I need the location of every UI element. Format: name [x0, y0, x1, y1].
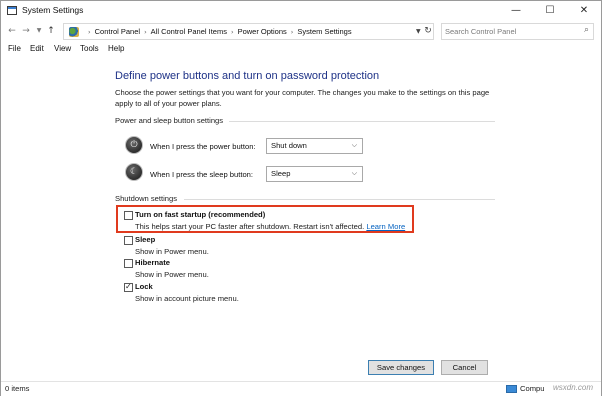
power-button-value: Shut down	[271, 141, 307, 150]
status-bar: 0 items Compu wsxdn.com	[1, 381, 601, 396]
breadcrumb-separator-icon[interactable]: ›	[88, 28, 91, 36]
hibernate-checkbox[interactable]	[124, 259, 133, 268]
window-title: System Settings	[22, 5, 84, 15]
computer-icon	[506, 385, 517, 393]
control-panel-icon	[69, 27, 79, 37]
fast-startup-description: This helps start your PC faster after sh…	[135, 222, 406, 231]
sleep-option-title: Sleep	[135, 235, 156, 244]
menu-edit[interactable]: Edit	[30, 44, 44, 53]
lock-option-description: Show in account picture menu.	[135, 294, 239, 303]
page-title: Define power buttons and turn on passwor…	[115, 70, 380, 82]
menu-file[interactable]: File	[8, 44, 21, 53]
group-divider	[229, 121, 495, 122]
power-icon: ⏻	[125, 136, 143, 154]
page-description: Choose the power settings that you want …	[115, 88, 490, 108]
fast-startup-title: Turn on fast startup (recommended)	[135, 210, 266, 219]
item-count: 0 items	[5, 384, 30, 393]
sleep-button-value: Sleep	[271, 169, 291, 178]
power-group-title: Power and sleep button settings	[115, 116, 224, 125]
lock-option-title: Lock	[135, 282, 153, 291]
minimize-button[interactable]: —	[499, 1, 533, 21]
breadcrumb-separator-icon[interactable]: ›	[144, 28, 147, 36]
watermark: wsxdn.com	[553, 383, 594, 392]
zone-label: Compu	[520, 384, 545, 393]
system-settings-window: System Settings — ☐ ✕ ← → ▼ ↑ › Control P…	[0, 0, 602, 396]
recent-locations-chevron-icon[interactable]: ▼	[33, 25, 45, 37]
menu-bar: File Edit View Tools Help	[1, 43, 601, 57]
sleep-button-select[interactable]: Sleep ⌵	[266, 166, 363, 182]
power-button-select[interactable]: Shut down ⌵	[266, 138, 363, 154]
lock-checkbox[interactable]: ✓	[124, 282, 133, 292]
search-icon[interactable]: ⌕	[584, 25, 589, 35]
power-button-label: When I press the power button:	[150, 142, 256, 151]
search-box[interactable]: ⌕	[441, 23, 594, 40]
window-icon	[7, 6, 17, 15]
title-bar: System Settings — ☐ ✕	[1, 1, 601, 21]
hibernate-option-title: Hibernate	[135, 258, 171, 267]
sleep-checkbox[interactable]	[124, 236, 133, 245]
fast-startup-checkbox[interactable]	[124, 211, 133, 220]
chevron-down-icon: ⌵	[351, 141, 357, 149]
maximize-button[interactable]: ☐	[533, 1, 567, 21]
menu-view[interactable]: View	[54, 44, 71, 53]
sleep-icon: ☾	[125, 163, 143, 181]
shutdown-group-title: Shutdown settings	[115, 194, 178, 203]
menu-tools[interactable]: Tools	[80, 44, 99, 53]
sleep-button-label: When I press the sleep button:	[150, 170, 253, 179]
hibernate-option-description: Show in Power menu.	[135, 270, 209, 279]
checkmark-icon: ✓	[125, 282, 132, 291]
breadcrumb-control-panel[interactable]: Control Panel	[95, 27, 140, 36]
group-divider	[184, 199, 495, 200]
refresh-icon[interactable]: ↻	[421, 24, 435, 39]
forward-arrow-icon[interactable]: →	[20, 25, 32, 37]
breadcrumb-separator-icon[interactable]: ›	[231, 28, 234, 36]
breadcrumb[interactable]: › Control Panel › All Control Panel Items › P…	[63, 23, 434, 40]
menu-help[interactable]: Help	[108, 44, 124, 53]
save-changes-button[interactable]: Save changes	[368, 360, 434, 375]
close-button[interactable]: ✕	[567, 1, 601, 21]
breadcrumb-separator-icon[interactable]: ›	[291, 28, 294, 36]
search-input[interactable]	[445, 25, 575, 38]
breadcrumb-power-options[interactable]: Power Options	[238, 27, 287, 36]
address-dropdown-chevron-icon[interactable]: ▼	[416, 24, 421, 39]
chevron-down-icon: ⌵	[351, 169, 357, 177]
up-arrow-icon[interactable]: ↑	[45, 25, 57, 37]
learn-more-link[interactable]: Learn More	[366, 222, 405, 231]
breadcrumb-system-settings[interactable]: System Settings	[297, 27, 351, 36]
sleep-option-description: Show in Power menu.	[135, 247, 209, 256]
address-bar: ← → ▼ ↑ › Control Panel › All Control Panel…	[1, 21, 601, 43]
back-arrow-icon[interactable]: ←	[6, 25, 18, 37]
breadcrumb-all-items[interactable]: All Control Panel Items	[151, 27, 227, 36]
cancel-button[interactable]: Cancel	[441, 360, 488, 375]
